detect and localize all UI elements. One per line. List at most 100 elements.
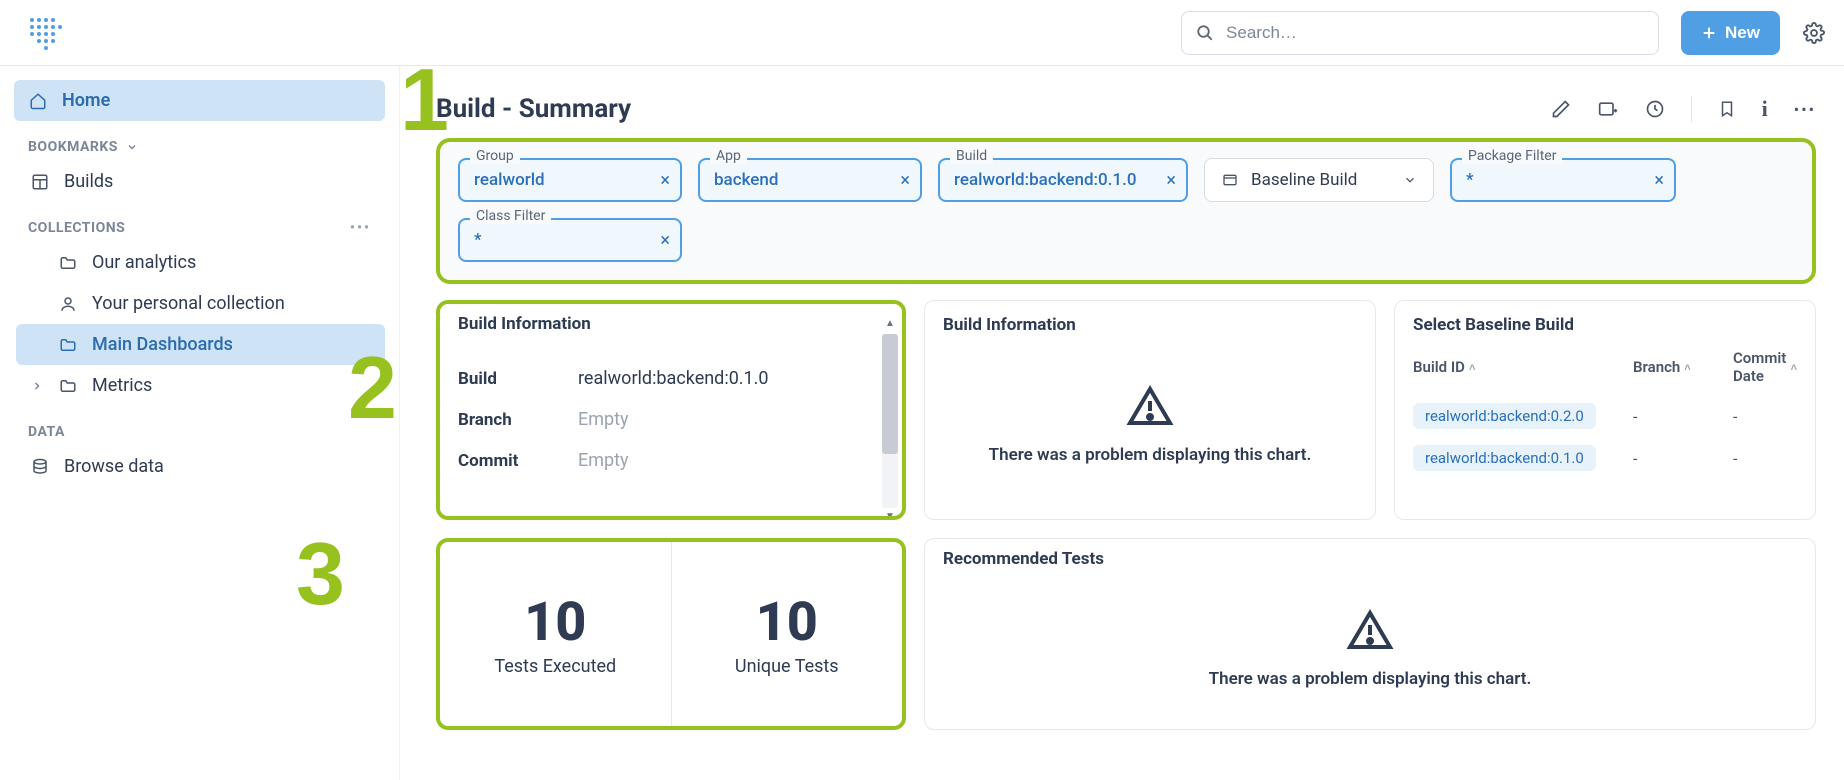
build-id-link[interactable]: realworld:backend:0.2.0 [1413, 403, 1596, 429]
add-card-button[interactable] [1597, 99, 1619, 119]
clear-icon[interactable]: × [1654, 170, 1664, 191]
col-commit-date[interactable]: Commit Date˄ [1733, 349, 1797, 385]
scrollbar[interactable]: ▲ ▼ [882, 334, 898, 508]
clear-icon[interactable]: × [660, 170, 670, 191]
bookmark-button[interactable] [1718, 99, 1736, 119]
stat-tests-executed: 10 Tests Executed [440, 542, 672, 726]
search-input[interactable] [1226, 23, 1644, 43]
stat-unique-tests: 10 Unique Tests [672, 542, 903, 726]
stat-value: 10 [756, 591, 818, 654]
warning-icon [1122, 383, 1178, 431]
sidebar-section-bookmarks[interactable]: BOOKMARKS [14, 121, 385, 161]
scroll-up-icon[interactable]: ▲ [882, 318, 898, 329]
baseline-build-card: Select Baseline Build Build ID˄ Branch˄ … [1394, 300, 1816, 520]
filter-label: Group [470, 148, 520, 164]
filter-package[interactable]: Package Filter * × [1450, 158, 1676, 202]
filter-value: backend [714, 170, 778, 190]
sidebar-item-main-dashboards[interactable]: Main Dashboards [16, 324, 385, 365]
filter-value: * [1466, 170, 1474, 190]
clear-icon[interactable]: × [660, 230, 670, 251]
info-button[interactable]: i [1762, 96, 1768, 122]
card-title: Build Information [458, 314, 884, 334]
home-icon [28, 92, 48, 110]
error-message: There was a problem displaying this char… [989, 445, 1312, 465]
ellipsis-icon[interactable]: ••• [350, 220, 371, 236]
row-key: Branch [458, 410, 578, 430]
more-button[interactable]: ••• [1794, 100, 1816, 119]
chevron-down-icon [1403, 173, 1417, 187]
bookmark-icon [1718, 99, 1736, 119]
top-bar: New [0, 0, 1844, 66]
filter-class[interactable]: Class Filter * × [458, 218, 682, 262]
row-value: Empty [578, 409, 629, 430]
sidebar-item-label: Your personal collection [92, 293, 285, 314]
history-button[interactable] [1645, 99, 1665, 119]
dashboard-icon [30, 173, 50, 191]
chevron-right-icon[interactable] [30, 380, 44, 392]
clock-icon [1645, 99, 1665, 119]
baseline-build-dropdown[interactable]: Baseline Build [1204, 158, 1434, 202]
settings-button[interactable] [1800, 22, 1828, 44]
sidebar-item-browse-data[interactable]: Browse data [16, 446, 385, 487]
card-title: Build Information [943, 315, 1357, 335]
sidebar-item-label: Our analytics [92, 252, 196, 273]
card-title: Select Baseline Build [1413, 315, 1797, 335]
sidebar-item-our-analytics[interactable]: Our analytics [16, 242, 385, 283]
folder-icon [58, 254, 78, 272]
sidebar-item-home[interactable]: Home [14, 80, 385, 121]
row-key: Commit [458, 451, 578, 471]
search-box[interactable] [1181, 11, 1659, 55]
page-header: Build - Summary i ••• [436, 94, 1816, 124]
sidebar-item-metrics[interactable]: Metrics [16, 365, 385, 406]
separator [1691, 96, 1692, 122]
stat-label: Unique Tests [735, 656, 839, 677]
sidebar-section-collections[interactable]: COLLECTIONS ••• [14, 202, 385, 242]
sort-icon: ˄ [1791, 361, 1797, 374]
clear-icon[interactable]: × [900, 170, 910, 191]
sidebar-item-builds[interactable]: Builds [16, 161, 385, 202]
info-icon: i [1762, 96, 1768, 122]
sidebar-item-label: Home [62, 90, 110, 111]
cell: - [1633, 407, 1637, 426]
col-build-id[interactable]: Build ID˄ [1413, 349, 1633, 385]
col-branch[interactable]: Branch˄ [1633, 349, 1733, 385]
scroll-down-icon[interactable]: ▼ [882, 511, 898, 520]
edit-button[interactable] [1551, 99, 1571, 119]
filter-build[interactable]: Build realworld:backend:0.1.0 × [938, 158, 1188, 202]
stat-label: Tests Executed [494, 656, 616, 677]
filter-group[interactable]: Group realworld × [458, 158, 682, 202]
sidebar-item-label: Browse data [64, 456, 164, 477]
cell: - [1633, 449, 1637, 468]
filters-panel: Group realworld × App backend × Build re… [436, 138, 1816, 284]
ellipsis-icon: ••• [1794, 100, 1816, 119]
clear-icon[interactable]: × [1166, 170, 1176, 191]
main-content: Build - Summary i ••• Group realworld × … [400, 66, 1844, 780]
person-icon [58, 295, 78, 313]
card-plus-icon [1597, 99, 1619, 119]
app-logo[interactable] [28, 16, 62, 50]
filter-label: Build [950, 148, 993, 164]
table-header: Build ID˄ Branch˄ Commit Date˄ [1413, 343, 1797, 395]
search-icon [1196, 24, 1214, 42]
plus-icon [1701, 25, 1717, 41]
sidebar-item-label: Metrics [92, 375, 152, 396]
scrollbar-thumb[interactable] [882, 334, 898, 454]
warning-icon [1342, 607, 1398, 655]
sidebar-item-personal-collection[interactable]: Your personal collection [16, 283, 385, 324]
table-row: realworld:backend:0.1.0 - - [1413, 437, 1797, 479]
row-key: Build [458, 369, 578, 389]
filter-value: * [474, 230, 482, 250]
stats-row: 10 Tests Executed 10 Unique Tests Recomm… [436, 538, 1816, 730]
sidebar-item-label: Main Dashboards [92, 334, 233, 355]
row-value: realworld:backend:0.1.0 [578, 368, 769, 389]
new-button-label: New [1725, 23, 1760, 43]
page-title: Build - Summary [436, 94, 631, 124]
build-info-chart-card: Build Information There was a problem di… [924, 300, 1376, 520]
new-button[interactable]: New [1681, 11, 1780, 55]
test-stats-card: 10 Tests Executed 10 Unique Tests [436, 538, 906, 730]
filter-label: Class Filter [470, 208, 551, 224]
build-id-link[interactable]: realworld:backend:0.1.0 [1413, 445, 1596, 471]
error-message: There was a problem displaying this char… [1209, 669, 1532, 689]
filter-app[interactable]: App backend × [698, 158, 922, 202]
card-title: Recommended Tests [943, 549, 1797, 569]
